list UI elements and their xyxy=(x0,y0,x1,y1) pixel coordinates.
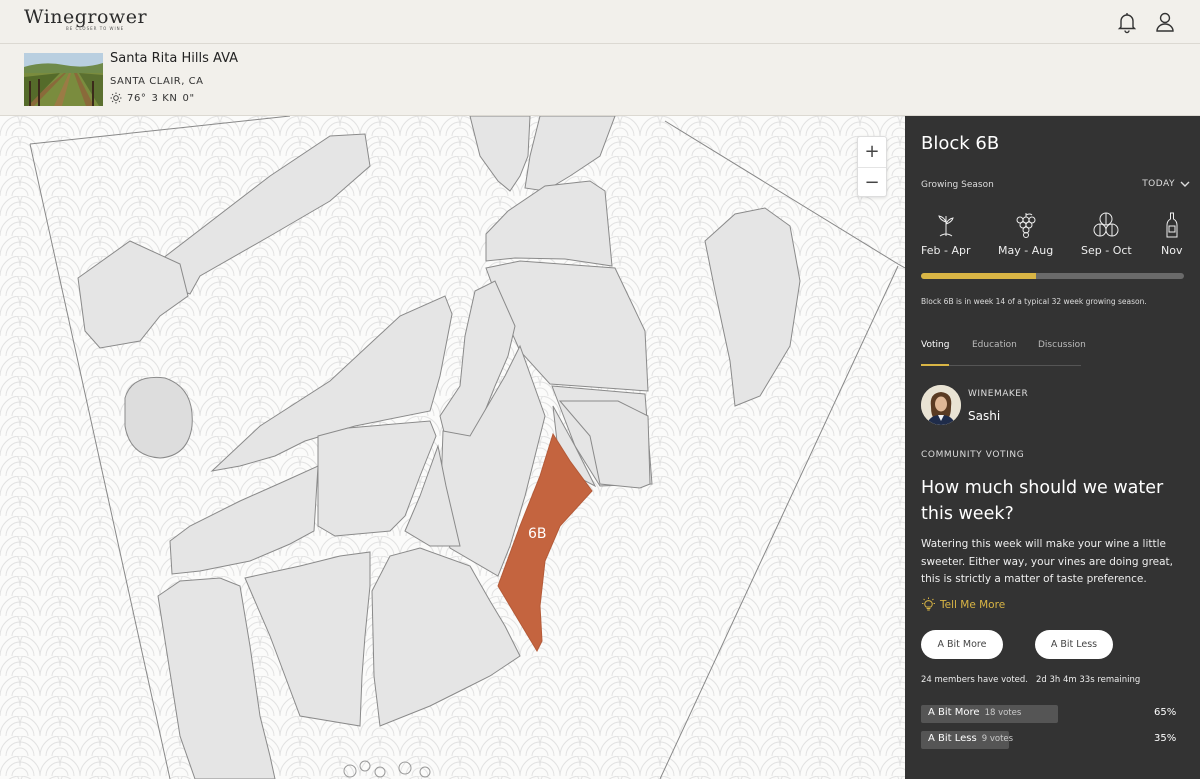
week-status-text: Block 6B is in week 14 of a typical 32 w… xyxy=(921,297,1147,306)
active-tab-indicator xyxy=(921,364,949,366)
panel-title: Block 6B xyxy=(921,133,1000,154)
logo[interactable]: Winegrower xyxy=(24,6,147,28)
vote-less-button[interactable]: A Bit Less xyxy=(1035,630,1113,659)
voting-description: Watering this week will make your wine a… xyxy=(921,538,1174,585)
winemaker-label: WINEMAKER xyxy=(968,389,1029,399)
tell-me-more-link[interactable]: Tell Me More xyxy=(921,597,1005,612)
vote-result-less: A Bit Less 9 votes 35% xyxy=(921,731,1186,749)
zoom-in-button[interactable]: + xyxy=(858,137,886,166)
result-votes: 9 votes xyxy=(981,734,1014,744)
stage-harvest[interactable]: Sep - Oct xyxy=(1081,212,1132,257)
sun-icon xyxy=(110,92,122,104)
vote-result-more: A Bit More 18 votes 65% xyxy=(921,705,1186,723)
pond xyxy=(124,376,193,459)
bell-icon[interactable] xyxy=(1115,10,1139,34)
vineyard-map[interactable]: 6B xyxy=(0,116,905,779)
top-bar: Winegrower BE CLOSER TO WINE xyxy=(0,0,1200,44)
chevron-down-icon xyxy=(1180,181,1190,187)
location-title: Santa Rita Hills AVA xyxy=(110,51,239,66)
location-subtitle: SANTA CLAIR, CA xyxy=(110,76,204,87)
season-progress-bar xyxy=(921,273,1184,279)
panel-tabs: Voting Education Discussion xyxy=(921,340,1086,366)
barrels-icon xyxy=(1093,212,1119,237)
result-percent: 65% xyxy=(1154,707,1177,718)
temperature: 76° xyxy=(127,92,147,104)
vote-more-button[interactable]: A Bit More xyxy=(921,630,1003,659)
result-votes: 18 votes xyxy=(984,708,1022,718)
result-percent: 35% xyxy=(1154,733,1177,744)
period-dropdown[interactable]: TODAY xyxy=(1142,179,1190,189)
grape-cluster-icon xyxy=(1016,213,1036,238)
stage-label: Nov xyxy=(1161,244,1183,257)
tab-education[interactable]: Education xyxy=(972,340,1017,350)
growing-season-label: Growing Season xyxy=(921,180,994,190)
rainfall: 0" xyxy=(182,92,195,104)
user-icon[interactable] xyxy=(1153,10,1177,34)
block-detail-panel: Block 6B Growing Season TODAY Feb - Apr … xyxy=(905,116,1200,779)
vineyard-thumbnail xyxy=(24,53,103,106)
members-voted-text: 24 members have voted. xyxy=(921,675,1029,685)
stage-label: Sep - Oct xyxy=(1081,244,1132,257)
result-label: A Bit More xyxy=(928,707,980,718)
location-bar: Santa Rita Hills AVA SANTA CLAIR, CA 76°… xyxy=(0,45,1200,116)
zoom-out-button[interactable]: − xyxy=(858,167,886,196)
stage-bottling[interactable]: Nov xyxy=(1161,212,1182,257)
time-remaining-text: 2d 3h 4m 33s remaining xyxy=(1036,675,1141,685)
result-label: A Bit Less xyxy=(928,733,977,744)
tell-me-more-label: Tell Me More xyxy=(940,598,1006,611)
stage-growing[interactable]: May - Aug xyxy=(998,212,1053,257)
stage-budding[interactable]: Feb - Apr xyxy=(921,212,970,257)
period-dropdown-value: TODAY xyxy=(1142,179,1175,189)
stage-label: Feb - Apr xyxy=(921,244,971,257)
winemaker-name[interactable]: Sashi xyxy=(968,409,1000,423)
zoom-controls: + − xyxy=(857,136,887,197)
season-progress-fill xyxy=(921,273,1037,279)
avatar[interactable] xyxy=(921,385,961,425)
wind-speed: 3 KN xyxy=(151,92,178,104)
vine-sprout-icon xyxy=(938,215,954,237)
lightbulb-icon xyxy=(922,597,935,611)
voting-question: How much should we water this week? xyxy=(921,478,1164,524)
tab-voting[interactable]: Voting xyxy=(921,340,949,350)
stage-label: May - Aug xyxy=(998,244,1054,257)
selected-block-label[interactable]: 6B xyxy=(528,526,547,542)
logo-tagline: BE CLOSER TO WINE xyxy=(66,26,125,31)
wine-bottle-icon xyxy=(1166,212,1178,238)
weather-readout: 76° 3 KN 0" xyxy=(110,92,195,104)
tab-discussion[interactable]: Discussion xyxy=(1038,340,1086,350)
community-voting-label: COMMUNITY VOTING xyxy=(921,450,1025,460)
